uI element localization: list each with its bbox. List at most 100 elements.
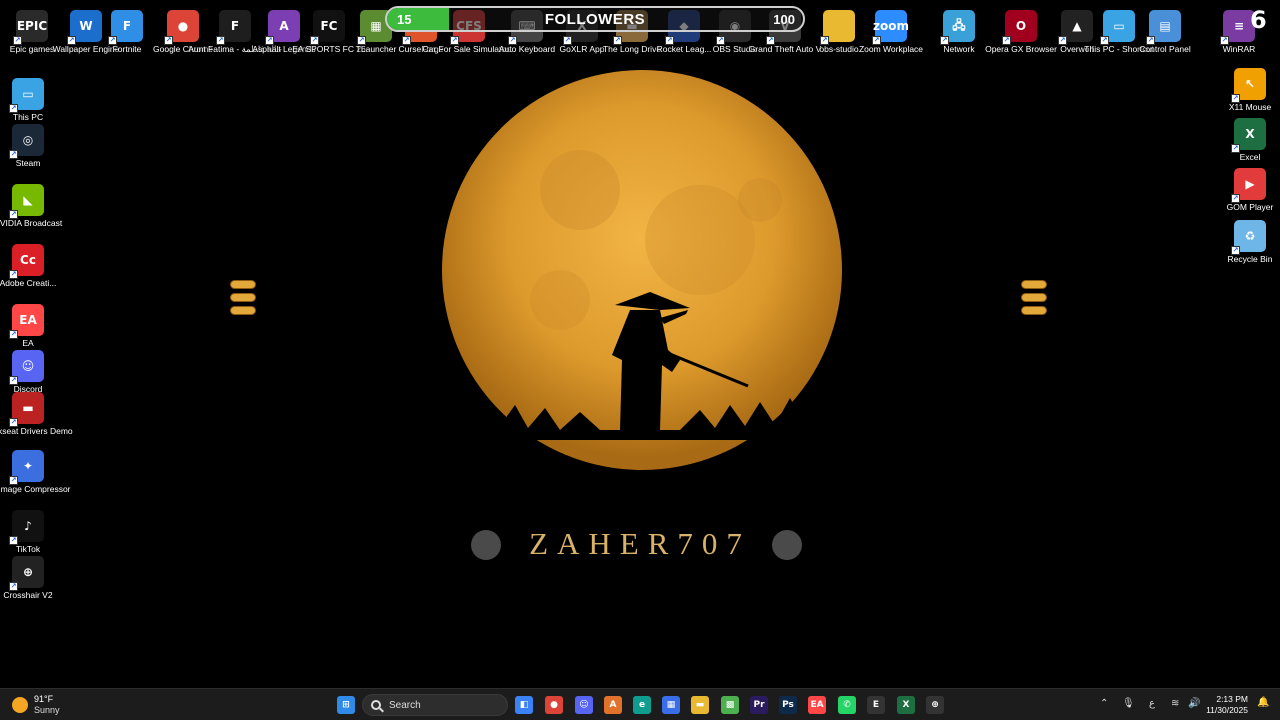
icon-glyph: Cc bbox=[20, 253, 36, 267]
taskbar-premiere[interactable]: Pr bbox=[750, 696, 768, 714]
taskbar-photoshop[interactable]: Ps bbox=[779, 696, 797, 714]
shortcut-arrow-icon: ↗ bbox=[310, 36, 319, 45]
desktop-icon-adobe-cc[interactable]: Cc ↗ Adobe Creati... bbox=[0, 244, 57, 288]
ea-icon: EA ↗ bbox=[9, 304, 44, 339]
shortcut-arrow-icon: ↗ bbox=[1058, 36, 1067, 45]
icon-glyph: ↖ bbox=[1244, 77, 1256, 91]
icon-glyph: ▦ bbox=[370, 19, 382, 33]
icon-glyph: zoom bbox=[873, 19, 909, 33]
opera-gx-icon: O ↗ bbox=[1002, 10, 1037, 45]
taskbar-epic[interactable]: E bbox=[867, 696, 885, 714]
input-language[interactable]: ع bbox=[1149, 698, 1155, 709]
zoom-icon: zoom ↗ bbox=[872, 10, 909, 45]
shortcut-arrow-icon: ↗ bbox=[9, 150, 18, 159]
desktop-icon-steam[interactable]: ◎ ↗ Steam bbox=[0, 124, 57, 168]
icon-glyph: ☺ bbox=[21, 359, 35, 373]
left-decor-stack bbox=[230, 280, 256, 319]
excel-icon: X ↗ bbox=[1231, 118, 1266, 153]
icon-glyph: ▶ bbox=[1245, 177, 1255, 191]
shortcut-arrow-icon: ↗ bbox=[164, 36, 173, 45]
shortcut-arrow-icon: ↗ bbox=[9, 582, 18, 591]
desktop-icon-excel[interactable]: X ↗ Excel bbox=[1221, 118, 1279, 162]
followers-goal: 100 bbox=[773, 12, 795, 27]
desktop-icon-network[interactable]: 🖧 ↗ Network bbox=[930, 10, 988, 54]
shortcut-arrow-icon: ↗ bbox=[1220, 36, 1229, 45]
shortcut-arrow-icon: ↗ bbox=[1231, 246, 1240, 255]
desktop-icon-backseat-drivers[interactable]: ▬↗Backseat Drivers Demo bbox=[0, 392, 73, 436]
taskbar-chrome[interactable]: ● bbox=[545, 696, 563, 714]
windows-icon: ⊞ bbox=[342, 700, 350, 710]
weather-sun-icon bbox=[12, 697, 28, 713]
icon-glyph: F bbox=[122, 19, 132, 33]
desktop-icon-opera-gx[interactable]: O ↗ Opera GX Browser bbox=[985, 10, 1057, 54]
taskbar-ea[interactable]: EA bbox=[808, 696, 826, 714]
taskbar-search[interactable]: Search bbox=[362, 694, 508, 716]
desktop-icon-zoom[interactable]: zoom ↗ Zoom Workplace bbox=[859, 10, 923, 54]
overwolf-icon: ▲ ↗ bbox=[1058, 10, 1093, 45]
shortcut-arrow-icon: ↗ bbox=[13, 36, 22, 45]
desktop-icon-control-panel[interactable]: ▤ ↗ Control Panel bbox=[1136, 10, 1194, 54]
desktop-icon-recycle-bin[interactable]: ♻ ↗ Recycle Bin bbox=[1221, 220, 1279, 264]
gom-player-icon: ▶ ↗ bbox=[1231, 168, 1266, 203]
taskbar: 91°F Sunny ⊞ ◧ ● ☺ Ae ▦ ▬ ▩ Pr Ps EA ✆ E X ⊕ Search ⌃ … bbox=[0, 688, 1280, 720]
network-icon: 🖧 ↗ bbox=[940, 10, 975, 45]
desktop-icon-gom-player[interactable]: ▶ ↗ GOM Player bbox=[1221, 168, 1279, 212]
taskbar-app-1[interactable]: ◧ bbox=[515, 696, 533, 714]
notification-bell-icon[interactable]: 🔔 bbox=[1257, 697, 1269, 708]
icon-glyph: EA bbox=[19, 313, 37, 327]
tray-overflow-chevron-icon[interactable]: ⌃ bbox=[1100, 698, 1108, 709]
shortcut-arrow-icon: ↗ bbox=[9, 210, 18, 219]
desktop-icon-x11-mouse[interactable]: ↖ ↗ X11 Mouse bbox=[1221, 68, 1279, 112]
weather-widget[interactable]: 91°F Sunny bbox=[12, 694, 60, 716]
desktop-icon-label: GoXLR App bbox=[559, 44, 605, 54]
shortcut-arrow-icon: ↗ bbox=[67, 36, 76, 45]
taskbar-explorer[interactable]: ▬ bbox=[691, 696, 709, 714]
asphalt-icon: A ↗ bbox=[265, 10, 300, 45]
crosshair-icon: ⊕ ↗ bbox=[9, 556, 44, 591]
desktop-icon-ea[interactable]: EA ↗ EA bbox=[0, 304, 57, 348]
desktop-wallpaper bbox=[440, 70, 845, 560]
volume-icon[interactable]: 🔊 bbox=[1188, 698, 1200, 709]
desktop-icon-label: X11 Mouse bbox=[1228, 102, 1272, 112]
desktop-icon-label: TLauncher bbox=[355, 44, 397, 54]
desktop-icon-fortnite[interactable]: F ↗ Fortnite bbox=[98, 10, 156, 54]
clock-time: 2:13 PM bbox=[1216, 694, 1248, 704]
premiere-icon: Pr bbox=[753, 700, 765, 710]
taskbar-minecraft[interactable]: ▩ bbox=[721, 696, 739, 714]
desktop-icon-label: WinRAR bbox=[1222, 44, 1256, 54]
excel-icon: X bbox=[902, 700, 910, 710]
taskbar-whatsapp[interactable]: ✆ bbox=[838, 696, 856, 714]
taskbar-excel[interactable]: X bbox=[897, 696, 915, 714]
shortcut-arrow-icon: ↗ bbox=[9, 104, 18, 113]
shortcut-arrow-icon: ↗ bbox=[1100, 36, 1109, 45]
desktop-icon-discord[interactable]: ☺ ↗ Discord bbox=[0, 350, 57, 394]
x11-mouse-icon: ↖ ↗ bbox=[1231, 68, 1266, 103]
desktop-icon-tiktok[interactable]: ♪ ↗ TikTok bbox=[0, 510, 57, 554]
wifi-icon[interactable]: ≋ bbox=[1171, 698, 1179, 709]
icon-glyph: W bbox=[79, 19, 93, 33]
system-clock[interactable]: 2:13 PM 11/30/2025 bbox=[1206, 694, 1248, 716]
desktop-icon-label: obs-studio bbox=[819, 44, 859, 54]
shortcut-arrow-icon: ↗ bbox=[872, 36, 881, 45]
icon-glyph: FC bbox=[320, 19, 338, 33]
taskbar-discord[interactable]: ☺ bbox=[575, 696, 593, 714]
desktop-icon-crosshair[interactable]: ⊕ ↗ Crosshair V2 bbox=[0, 556, 57, 600]
shortcut-arrow-icon: ↗ bbox=[563, 36, 572, 45]
desktop-icon-label: EA bbox=[22, 338, 34, 348]
start-button[interactable]: ⊞ bbox=[337, 696, 355, 714]
shortcut-arrow-icon: ↗ bbox=[9, 376, 18, 385]
desktop-icon-this-pc[interactable]: ▭ ↗ This PC bbox=[0, 78, 57, 122]
desktop-icon-nvidia-broadcast[interactable]: ◣ ↗ NVIDIA Broadcast bbox=[0, 184, 62, 228]
discord-icon: ☺ bbox=[579, 700, 589, 710]
taskbar-artstudio[interactable]: A bbox=[604, 696, 622, 714]
desktop-icon-label: This PC bbox=[12, 112, 44, 122]
desktop-icon-label: Opera GX Browser bbox=[985, 44, 1057, 54]
followers-title: FOLLOWERS bbox=[544, 11, 646, 28]
taskbar-crosshair[interactable]: ⊕ bbox=[926, 696, 944, 714]
microphone-icon[interactable]: 🎙 bbox=[1122, 698, 1135, 709]
taskbar-store[interactable]: ▦ bbox=[662, 696, 680, 714]
desktop-icon-image-compressor[interactable]: ✦↗4K Image Compressor bbox=[0, 450, 71, 494]
edge-icon: e bbox=[638, 700, 646, 710]
taskbar-edge[interactable]: e bbox=[633, 696, 651, 714]
desktop-icon-label: Epic games bbox=[9, 44, 55, 54]
